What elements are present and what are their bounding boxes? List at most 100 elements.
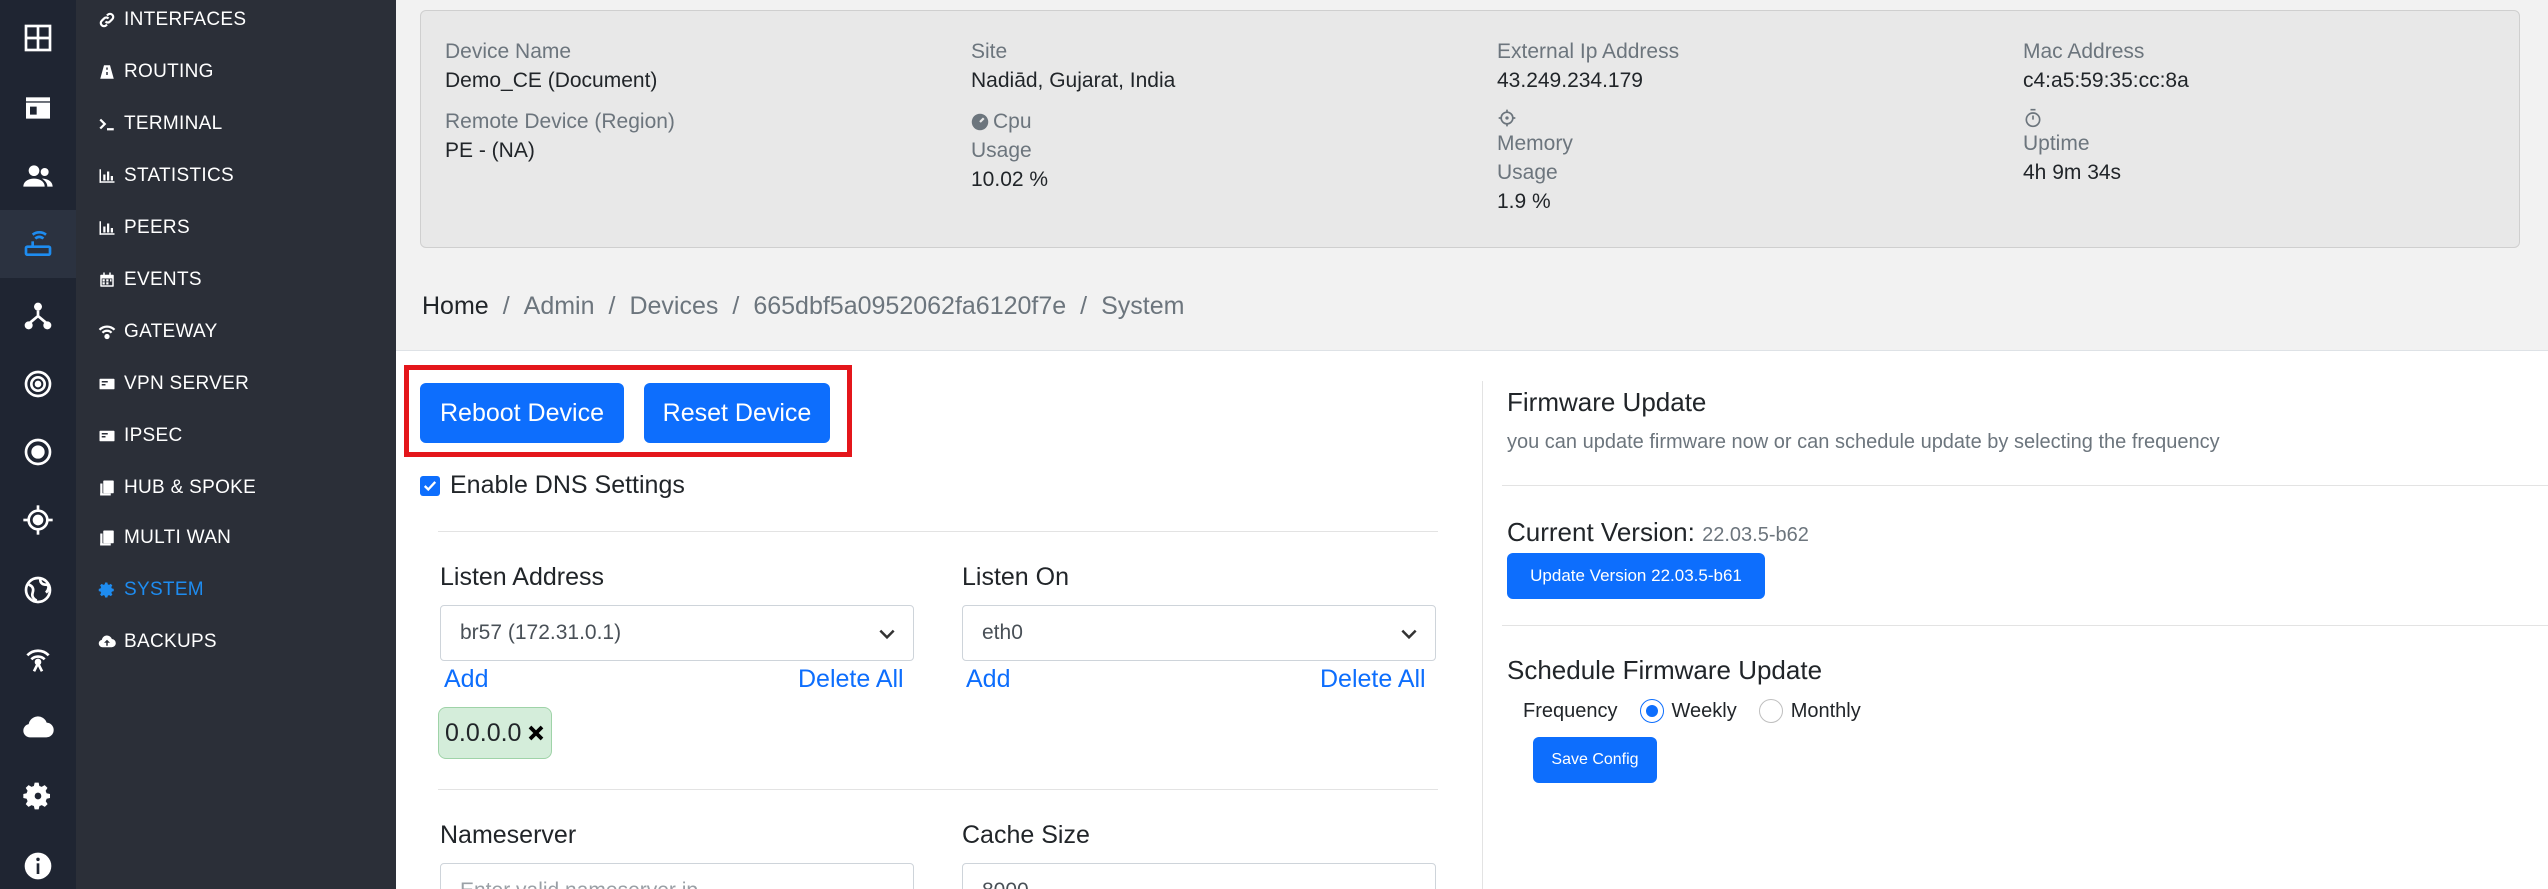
store-icon[interactable] xyxy=(0,74,76,142)
breadcrumb-separator: / xyxy=(608,292,616,320)
weekly-label: Weekly xyxy=(1671,699,1737,722)
external-ip-label: External Ip Address xyxy=(1497,40,1680,63)
sidebar-item-terminal[interactable]: TERMINAL xyxy=(98,106,222,142)
reboot-device-button[interactable]: Reboot Device xyxy=(420,383,624,443)
listen-address-add-link[interactable]: Add xyxy=(444,665,488,694)
sidebar-item-backups[interactable]: BACKUPS xyxy=(98,624,217,660)
system-content: Reboot Device Reset Device Enable DNS Se… xyxy=(396,350,2548,889)
firmware-update-subtitle: you can update firmware now or can sched… xyxy=(1507,431,2220,453)
vertical-divider xyxy=(1482,381,1483,889)
card-icon xyxy=(98,375,116,393)
cloud-icon[interactable] xyxy=(0,694,76,762)
site-block: Site Nadiād, Gujarat, India xyxy=(971,37,1175,95)
bar-chart-icon xyxy=(98,167,116,185)
enable-dns-row[interactable]: Enable DNS Settings xyxy=(420,471,685,500)
settings-icon[interactable] xyxy=(0,762,76,830)
memory-icon xyxy=(1498,109,1516,127)
device-name-block: Device Name Demo_CE (Document) xyxy=(445,37,657,95)
external-ip-value: 43.249.234.179 xyxy=(1497,69,1643,92)
sidebar-item-label: IPSEC xyxy=(124,425,183,446)
memory-label: Memory xyxy=(1497,132,1573,155)
monthly-label: Monthly xyxy=(1790,699,1861,722)
nameserver-placeholder: Enter valid nameserver ip xyxy=(460,879,698,889)
chevron-down-icon xyxy=(1401,629,1417,640)
gauge-icon xyxy=(971,113,989,130)
cloud-upload-icon xyxy=(98,633,116,651)
sidebar-item-hub-spoke[interactable]: HUB & SPOKE xyxy=(98,470,256,506)
reset-device-button[interactable]: Reset Device xyxy=(644,383,830,443)
listen-on-select[interactable]: eth0 xyxy=(962,605,1436,661)
listen-on-add-link[interactable]: Add xyxy=(966,665,1010,694)
link-icon xyxy=(98,11,116,29)
breadcrumb-device-id[interactable]: 665dbf5a0952062fa6120f7e xyxy=(753,292,1066,321)
close-icon[interactable] xyxy=(527,724,545,742)
cache-size-label: Cache Size xyxy=(962,821,1090,849)
target-icon[interactable] xyxy=(0,418,76,486)
site-value: Nadiād, Gujarat, India xyxy=(971,69,1176,92)
site-label: Site xyxy=(971,40,1008,63)
enable-dns-checkbox[interactable] xyxy=(420,475,440,496)
save-config-button[interactable]: Save Config xyxy=(1533,737,1657,783)
terminal-icon xyxy=(98,115,116,133)
cache-size-value: 8000 xyxy=(982,879,1029,889)
remote-device-value: PE - (NA) xyxy=(445,139,535,162)
divider xyxy=(1502,485,2548,486)
breadcrumb-devices[interactable]: Devices xyxy=(629,292,718,321)
sidebar-item-label: VPN SERVER xyxy=(124,373,250,394)
remote-device-label: Remote Device (Region) xyxy=(445,110,675,133)
info-icon[interactable] xyxy=(0,832,76,889)
sidebar-item-peers[interactable]: PEERS xyxy=(98,210,190,246)
grid-icon[interactable] xyxy=(0,4,76,72)
current-version-value: 22.03.5-b62 xyxy=(1702,524,1809,546)
sidebar-item-events[interactable]: EVENTS xyxy=(98,262,202,298)
sidebar-item-label: SYSTEM xyxy=(124,579,204,600)
sidebar-item-label: MULTI WAN xyxy=(124,527,232,548)
sidebar-item-ipsec[interactable]: IPSEC xyxy=(98,418,183,454)
device-name-value: Demo_CE (Document) xyxy=(445,69,658,92)
breadcrumb-separator: / xyxy=(502,292,510,320)
uptime-label: Uptime xyxy=(2023,132,2090,155)
nameserver-input[interactable]: Enter valid nameserver ip xyxy=(440,863,914,889)
radar-icon[interactable] xyxy=(0,350,76,418)
current-version-row: Current Version: 22.03.5-b62 xyxy=(1507,517,1809,548)
listen-on-label: Listen On xyxy=(962,563,1070,591)
broadcast-icon[interactable] xyxy=(0,624,76,692)
cache-size-input[interactable]: 8000 xyxy=(962,863,1436,889)
breadcrumb-home[interactable]: Home xyxy=(422,292,489,321)
listen-on-value: eth0 xyxy=(982,621,1023,644)
sidebar-item-label: INTERFACES xyxy=(124,9,247,30)
crosshair-icon[interactable] xyxy=(0,486,76,554)
monthly-radio[interactable] xyxy=(1758,699,1783,723)
sidebar-item-system[interactable]: SYSTEM xyxy=(98,572,204,608)
files-icon xyxy=(98,479,116,497)
chevron-down-icon xyxy=(879,629,895,640)
road-icon xyxy=(98,63,116,81)
listen-address-select[interactable]: br57 (172.31.0.1) xyxy=(440,605,914,661)
icon-rail xyxy=(0,0,76,889)
breadcrumb-admin[interactable]: Admin xyxy=(524,292,595,321)
sidebar-item-label: HUB & SPOKE xyxy=(124,477,257,498)
router-icon[interactable] xyxy=(0,210,76,278)
sidebar-item-routing[interactable]: ROUTING xyxy=(98,54,214,90)
listen-address-value: br57 (172.31.0.1) xyxy=(460,621,622,644)
network-icon[interactable] xyxy=(0,282,76,350)
breadcrumb-separator: / xyxy=(1080,292,1088,320)
mac-address-label: Mac Address xyxy=(2023,40,2145,63)
listen-on-delete-all-link[interactable]: Delete All xyxy=(1320,665,1426,694)
sidebar-item-label: BACKUPS xyxy=(124,631,217,652)
sidebar-item-gateway[interactable]: GATEWAY xyxy=(98,314,218,350)
users-icon[interactable] xyxy=(0,142,76,210)
listen-address-delete-all-link[interactable]: Delete All xyxy=(798,665,904,694)
device-info-card: Device Name Demo_CE (Document) Site Nadi… xyxy=(420,10,2520,248)
sidebar-item-vpn-server[interactable]: VPN SERVER xyxy=(98,366,249,402)
weekly-radio[interactable] xyxy=(1639,699,1664,723)
memory-block: Memory Usage 1.9 % xyxy=(1497,107,1573,216)
frequency-row: Frequency Weekly Monthly xyxy=(1523,699,1861,723)
sidebar-item-statistics[interactable]: STATISTICS xyxy=(98,158,234,194)
globe-icon[interactable] xyxy=(0,556,76,624)
address-chip-value: 0.0.0.0 xyxy=(445,718,522,747)
sidebar-item-interfaces[interactable]: INTERFACES xyxy=(98,2,246,38)
update-version-button[interactable]: Update Version 22.03.5-b61 xyxy=(1507,553,1765,599)
sidebar-item-multi-wan[interactable]: MULTI WAN xyxy=(98,520,231,556)
uptime-block: Uptime 4h 9m 34s xyxy=(2023,107,2121,187)
